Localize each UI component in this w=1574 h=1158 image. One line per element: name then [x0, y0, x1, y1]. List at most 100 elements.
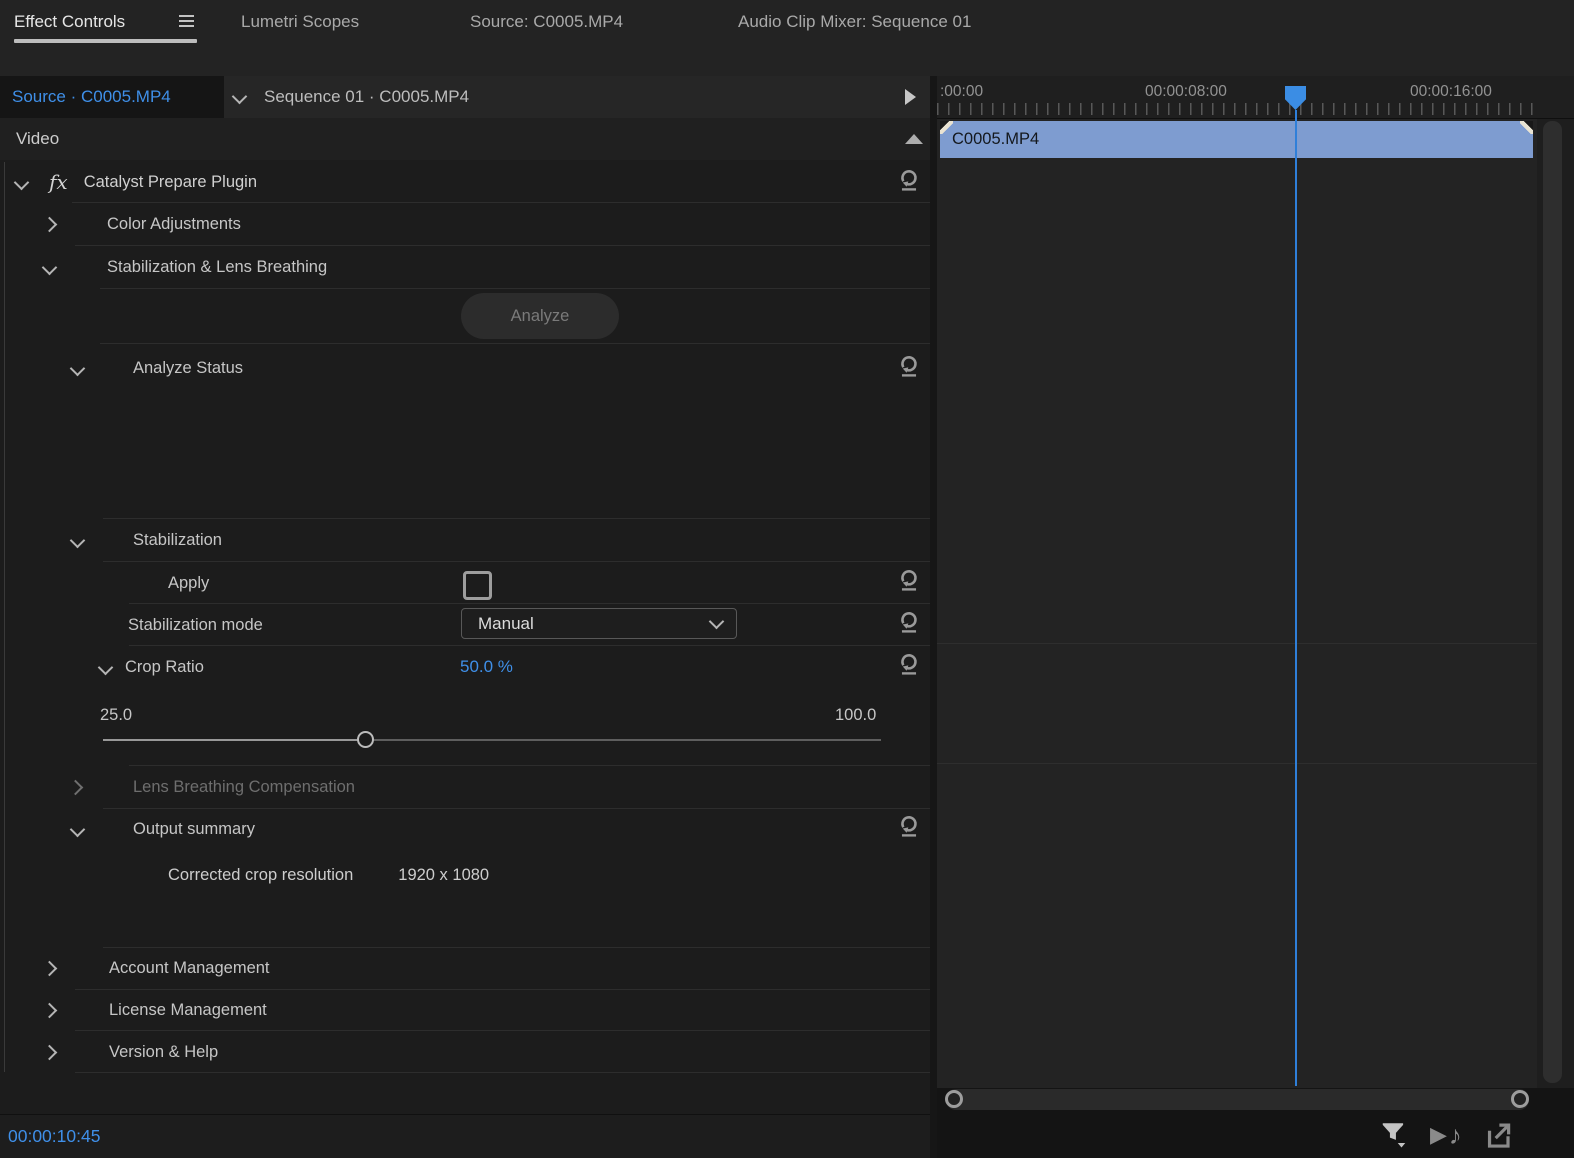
sequence-clip-label: Sequence 01 · C0005.MP4: [264, 76, 469, 118]
slider-max-label: 100.0: [835, 706, 876, 725]
collapse-section-icon[interactable]: [905, 134, 923, 144]
reset-parameter-icon[interactable]: [896, 812, 922, 838]
ruler-label: 00:00:16:00: [1410, 83, 1492, 101]
panel-footer: 00:00:10:45: [0, 1114, 930, 1158]
crop-ratio-slider-handle[interactable]: [357, 731, 374, 748]
chevron-down-icon[interactable]: [70, 360, 86, 376]
clip-header-row: Source · C0005.MP4 Sequence 01 · C0005.M…: [0, 76, 930, 119]
row-separator: [129, 603, 930, 604]
row-separator: [103, 561, 930, 562]
chevron-right-icon[interactable]: [42, 1002, 58, 1018]
corrected-crop-value: 1920 x 1080: [398, 866, 489, 885]
clip-name-label: C0005.MP4: [952, 130, 1039, 149]
source-clip-selector[interactable]: Source · C0005.MP4: [0, 76, 224, 118]
slider-track[interactable]: [363, 739, 881, 741]
tab-effect-controls[interactable]: Effect Controls: [14, 8, 125, 36]
param-group-label: Color Adjustments: [107, 215, 241, 234]
analyze-button[interactable]: Analyze: [461, 293, 619, 339]
video-section-header[interactable]: Video: [0, 118, 930, 161]
chevron-down-icon[interactable]: [70, 821, 86, 837]
panel-menu-icon[interactable]: [179, 15, 194, 17]
tab-lumetri-scopes[interactable]: Lumetri Scopes: [241, 8, 359, 36]
timeline-ruler[interactable]: :00:00 00:00:08:00 00:00:16:00: [937, 76, 1574, 119]
video-section-label: Video: [16, 129, 59, 149]
row-separator: [75, 245, 930, 246]
chevron-down-icon[interactable]: [232, 89, 248, 105]
chevron-down-icon: [709, 614, 725, 630]
param-group-stabilization-lens-breathing[interactable]: Stabilization & Lens Breathing: [0, 247, 930, 287]
vertical-scrollbar[interactable]: [1543, 121, 1562, 1083]
tab-source-label: Source: C0005.MP4: [470, 12, 623, 32]
param-group-label: Analyze Status: [133, 359, 243, 378]
param-group-label: Stabilization & Lens Breathing: [107, 258, 327, 277]
reset-parameter-icon[interactable]: [896, 650, 922, 676]
param-group-label: Version & Help: [109, 1043, 218, 1062]
tab-audio-clip-mixer-label: Audio Clip Mixer: Sequence 01: [738, 12, 971, 32]
param-group-version-help[interactable]: Version & Help: [0, 1032, 930, 1072]
timeline-clip[interactable]: C0005.MP4: [940, 121, 1533, 158]
row-separator: [72, 202, 930, 203]
param-group-lens-breathing[interactable]: Lens Breathing Compensation: [0, 767, 930, 807]
header-play-arrow-icon[interactable]: [905, 89, 916, 105]
zoom-scrollbar-left-handle[interactable]: [945, 1090, 963, 1108]
chevron-down-icon[interactable]: [42, 259, 58, 275]
lane-separator: [937, 763, 1537, 764]
apply-checkbox[interactable]: [463, 571, 492, 600]
source-clip-label: Source · C0005.MP4: [12, 87, 171, 107]
stabilization-mode-dropdown[interactable]: Manual: [461, 608, 737, 639]
param-label: Crop Ratio: [125, 658, 204, 677]
premiere-effect-controls-panel: { "tabs": { "effect_controls": "Effect C…: [0, 0, 1574, 1158]
row-separator: [75, 1072, 930, 1073]
analyze-button-label: Analyze: [511, 307, 570, 326]
play-audio-during-edit-icon[interactable]: ▶ ♪: [1430, 1122, 1462, 1148]
chevron-down-icon[interactable]: [14, 174, 30, 190]
slider-min-label: 25.0: [100, 706, 132, 725]
effect-row-catalyst-prepare[interactable]: fx Catalyst Prepare Plugin: [0, 162, 930, 202]
param-group-label: Lens Breathing Compensation: [133, 778, 355, 797]
reset-parameter-icon[interactable]: [896, 608, 922, 634]
param-group-output-summary[interactable]: Output summary: [0, 809, 930, 849]
export-icon[interactable]: [1484, 1120, 1516, 1150]
param-row-corrected-crop: Corrected crop resolution 1920 x 1080: [0, 855, 930, 895]
reset-parameter-icon[interactable]: [896, 566, 922, 592]
sequence-clip-text: Sequence 01 · C0005.MP4: [264, 87, 469, 107]
param-group-analyze-status[interactable]: Analyze Status: [0, 348, 930, 388]
ruler-label: :00:00: [940, 83, 983, 101]
row-separator: [100, 343, 930, 344]
param-label: Apply: [168, 574, 209, 593]
ruler-label: 00:00:08:00: [1145, 83, 1227, 101]
crop-ratio-value[interactable]: 50.0 %: [460, 657, 513, 677]
param-group-label: Stabilization: [133, 531, 222, 550]
param-group-label: Output summary: [133, 820, 255, 839]
tab-effect-controls-label: Effect Controls: [14, 12, 125, 32]
filter-properties-icon[interactable]: [1380, 1120, 1408, 1150]
param-label: Stabilization mode: [128, 616, 263, 635]
reset-parameter-icon[interactable]: [896, 352, 922, 378]
tab-audio-clip-mixer[interactable]: Audio Clip Mixer: Sequence 01: [738, 8, 971, 36]
param-group-stabilization[interactable]: Stabilization: [0, 520, 930, 560]
param-group-color-adjustments[interactable]: Color Adjustments: [0, 204, 930, 244]
chevron-right-icon[interactable]: [42, 1044, 58, 1060]
param-group-label: License Management: [109, 1001, 267, 1020]
tab-source[interactable]: Source: C0005.MP4: [470, 8, 623, 36]
timeline-footer-toolbar: ▶ ♪: [1380, 1116, 1550, 1154]
param-group-license-management[interactable]: License Management: [0, 990, 930, 1030]
chevron-right-icon[interactable]: [68, 779, 84, 795]
row-separator: [100, 288, 930, 289]
tab-lumetri-scopes-label: Lumetri Scopes: [241, 12, 359, 32]
panel-divider[interactable]: [930, 76, 937, 1158]
chevron-down-icon[interactable]: [98, 659, 114, 675]
slider-track-filled[interactable]: [103, 739, 363, 741]
chevron-right-icon[interactable]: [42, 960, 58, 976]
horizontal-zoom-scrollbar[interactable]: [946, 1089, 1529, 1110]
active-tab-underline: [14, 39, 197, 43]
chevron-right-icon[interactable]: [42, 216, 58, 232]
play-glyph: ▶: [1430, 1124, 1447, 1146]
param-group-account-management[interactable]: Account Management: [0, 948, 930, 988]
current-timecode[interactable]: 00:00:10:45: [8, 1126, 100, 1147]
row-separator: [75, 1030, 930, 1031]
zoom-scrollbar-right-handle[interactable]: [1511, 1090, 1529, 1108]
timeline-area: [937, 118, 1574, 1088]
chevron-down-icon[interactable]: [70, 532, 86, 548]
reset-effect-icon[interactable]: [896, 166, 922, 192]
